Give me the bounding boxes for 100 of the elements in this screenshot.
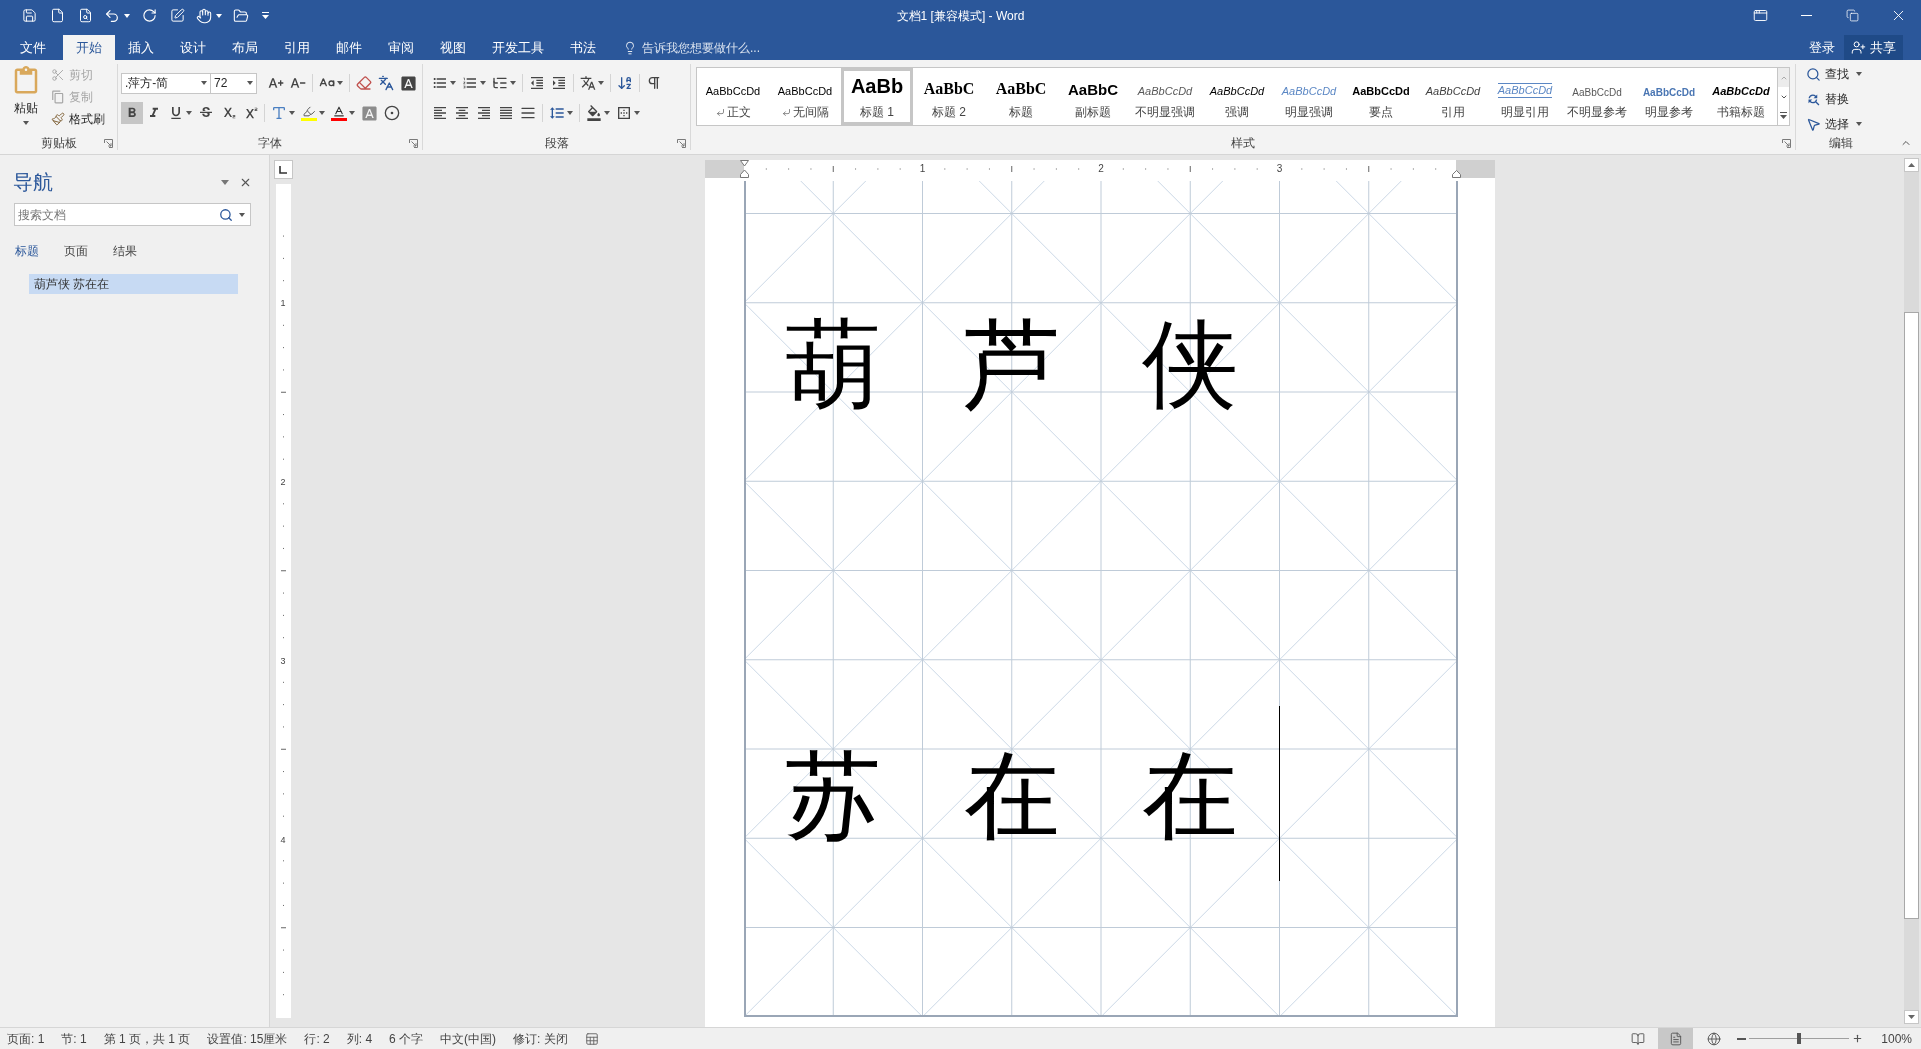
scroll-up-button[interactable] bbox=[1904, 158, 1919, 172]
table-sheet-icon[interactable] bbox=[584, 1031, 599, 1046]
style-tile[interactable]: AaBbCcDd 引用 bbox=[1417, 68, 1489, 125]
clipboard-action[interactable]: 格式刷 bbox=[49, 108, 107, 130]
print-layout-button[interactable] bbox=[1658, 1028, 1694, 1049]
bulleted-list-icon bbox=[432, 75, 448, 91]
style-tile[interactable]: AaBb 标题 1 bbox=[841, 68, 913, 125]
caret-icon[interactable] bbox=[221, 179, 229, 185]
status-text: 节: 1 bbox=[61, 1030, 87, 1048]
style-name: 标题 1 bbox=[860, 104, 894, 121]
style-tile[interactable]: AaBbCcDd 不明显强调 bbox=[1129, 68, 1201, 125]
style-name: 要点 bbox=[1369, 104, 1393, 121]
style-tile[interactable]: AaBbCcDd 明显引用 bbox=[1489, 68, 1561, 125]
bold-button[interactable] bbox=[121, 102, 143, 124]
zoom-out-icon[interactable] bbox=[1737, 1037, 1747, 1040]
style-name: 不明显强调 bbox=[1135, 104, 1195, 121]
ribbon-tab[interactable]: 审阅 bbox=[375, 35, 427, 60]
dialog-launcher-icon[interactable] bbox=[1782, 138, 1791, 148]
search-icon bbox=[1806, 66, 1821, 82]
ribbon-tab[interactable]: 引用 bbox=[271, 35, 323, 60]
caret-icon bbox=[604, 111, 610, 115]
hourglass-marker-icon[interactable] bbox=[739, 160, 749, 178]
style-tile[interactable]: AaBbC 副标题 bbox=[1057, 68, 1129, 125]
heading-item[interactable]: 葫芦侠 苏在在 bbox=[29, 274, 238, 294]
ruler-number: 2 bbox=[280, 477, 286, 487]
dialog-launcher-icon[interactable] bbox=[409, 138, 418, 148]
status-text: 修订: 关闭 bbox=[513, 1030, 568, 1048]
ribbon-tab[interactable]: 布局 bbox=[219, 35, 271, 60]
document-character: 芦 bbox=[963, 316, 1060, 412]
style-preview: AaBbC bbox=[995, 79, 1047, 98]
style-preview: AaBbCcDd bbox=[1137, 85, 1193, 98]
font-size-field[interactable]: 72 bbox=[211, 72, 257, 94]
pane-tab[interactable]: 结果 bbox=[113, 243, 137, 259]
font-name-field[interactable]: .萍方-简 bbox=[121, 72, 211, 94]
style-tile[interactable]: AaBbCcDd 明显强调 bbox=[1273, 68, 1345, 125]
editing-button[interactable]: 选择 bbox=[1806, 113, 1886, 135]
style-preview: AaBbCcDd bbox=[1572, 86, 1622, 98]
style-name: 书籍标题 bbox=[1717, 104, 1765, 121]
paste-button[interactable]: 粘贴 bbox=[5, 60, 47, 130]
ribbon-tab[interactable]: 开发工具 bbox=[479, 35, 557, 60]
share-button[interactable]: 共享 bbox=[1844, 35, 1903, 60]
caret-icon bbox=[510, 81, 516, 85]
sign-in-link[interactable]: 登录 bbox=[1809, 35, 1835, 60]
translate-glyphs-icon bbox=[580, 75, 596, 91]
style-tile[interactable]: AaBbCcDd 书籍标题 bbox=[1705, 68, 1777, 125]
dialog-launcher-icon[interactable] bbox=[104, 138, 113, 148]
scroll-down-button[interactable] bbox=[1904, 1010, 1919, 1024]
style-name: 副标题 bbox=[1075, 104, 1111, 121]
ruler-number: 1 bbox=[280, 298, 286, 308]
style-preview: AaBbCcDd bbox=[1209, 85, 1265, 98]
editing-button[interactable]: 查找 bbox=[1806, 63, 1886, 85]
scrollbar-thumb[interactable] bbox=[1904, 312, 1919, 919]
editing-button[interactable]: 替换 bbox=[1806, 88, 1886, 110]
indent-increase-icon bbox=[551, 75, 567, 91]
zoom-in-icon[interactable] bbox=[1852, 1033, 1864, 1044]
document-character: 葫 bbox=[785, 316, 882, 412]
caret-icon bbox=[186, 111, 192, 115]
minimize-icon bbox=[1800, 15, 1812, 16]
ribbon-tab[interactable]: 邮件 bbox=[323, 35, 375, 60]
pane-tab[interactable]: 标题 bbox=[15, 243, 39, 259]
ribbon-tab[interactable]: 插入 bbox=[115, 35, 167, 60]
style-tile[interactable]: AaBbCcDd 明显参考 bbox=[1633, 68, 1705, 125]
ribbon-tab[interactable]: 设计 bbox=[167, 35, 219, 60]
scissors-icon bbox=[51, 68, 65, 82]
ruler-number: 1 bbox=[918, 164, 927, 174]
pane-tab[interactable]: 页面 bbox=[64, 243, 88, 259]
style-name: 无间隔 bbox=[792, 104, 829, 121]
style-tile[interactable]: AaBbCcDd 要点 bbox=[1345, 68, 1417, 125]
ribbon-tab[interactable]: 文件 bbox=[2, 35, 63, 60]
style-name: 强调 bbox=[1225, 104, 1249, 121]
tab-selector[interactable] bbox=[273, 160, 293, 179]
style-preview: AaBbC bbox=[1068, 80, 1118, 98]
indent-decrease-icon bbox=[529, 75, 545, 91]
style-tile[interactable]: AaBbCcDd 无间隔 bbox=[769, 68, 841, 125]
zoom-slider-track[interactable] bbox=[1749, 1033, 1850, 1044]
triangle-marker-icon[interactable] bbox=[1451, 170, 1461, 178]
two-pages-icon bbox=[51, 90, 65, 104]
style-preview: AaBbCcDd bbox=[1712, 85, 1770, 98]
ribbon-tab[interactable]: 视图 bbox=[427, 35, 479, 60]
tell-me-field[interactable]: 告诉我您想要做什么... bbox=[642, 38, 782, 57]
status-text: 页面: 1 bbox=[7, 1030, 45, 1048]
align-left-icon bbox=[432, 105, 448, 121]
pane-title: 导航 bbox=[13, 172, 53, 192]
style-tile[interactable]: AaBbCcDd 不明显参考 bbox=[1561, 68, 1633, 125]
globe-icon bbox=[1706, 1031, 1721, 1046]
style-preview: AaBbCcDd bbox=[1425, 85, 1481, 98]
letter-tile-icon bbox=[361, 104, 378, 122]
zoom-slider-thumb[interactable] bbox=[1797, 1033, 1802, 1044]
ruler-number: 2 bbox=[1097, 164, 1105, 174]
style-tile[interactable]: AaBbC 标题 bbox=[985, 68, 1057, 125]
ribbon-tab[interactable]: 书法 bbox=[557, 35, 609, 60]
caret-icon bbox=[634, 111, 640, 115]
languages-icon bbox=[378, 75, 394, 91]
style-tile[interactable]: AaBbC 标题 2 bbox=[913, 68, 985, 125]
line-caret-icon bbox=[1780, 112, 1787, 119]
folder-icon bbox=[233, 7, 249, 24]
style-tile[interactable]: AaBbCcDd 强调 bbox=[1201, 68, 1273, 125]
style-tile[interactable]: AaBbCcDd 正文 bbox=[697, 68, 769, 125]
dialog-launcher-icon[interactable] bbox=[677, 138, 686, 148]
ribbon-tab[interactable]: 开始 bbox=[63, 35, 115, 60]
